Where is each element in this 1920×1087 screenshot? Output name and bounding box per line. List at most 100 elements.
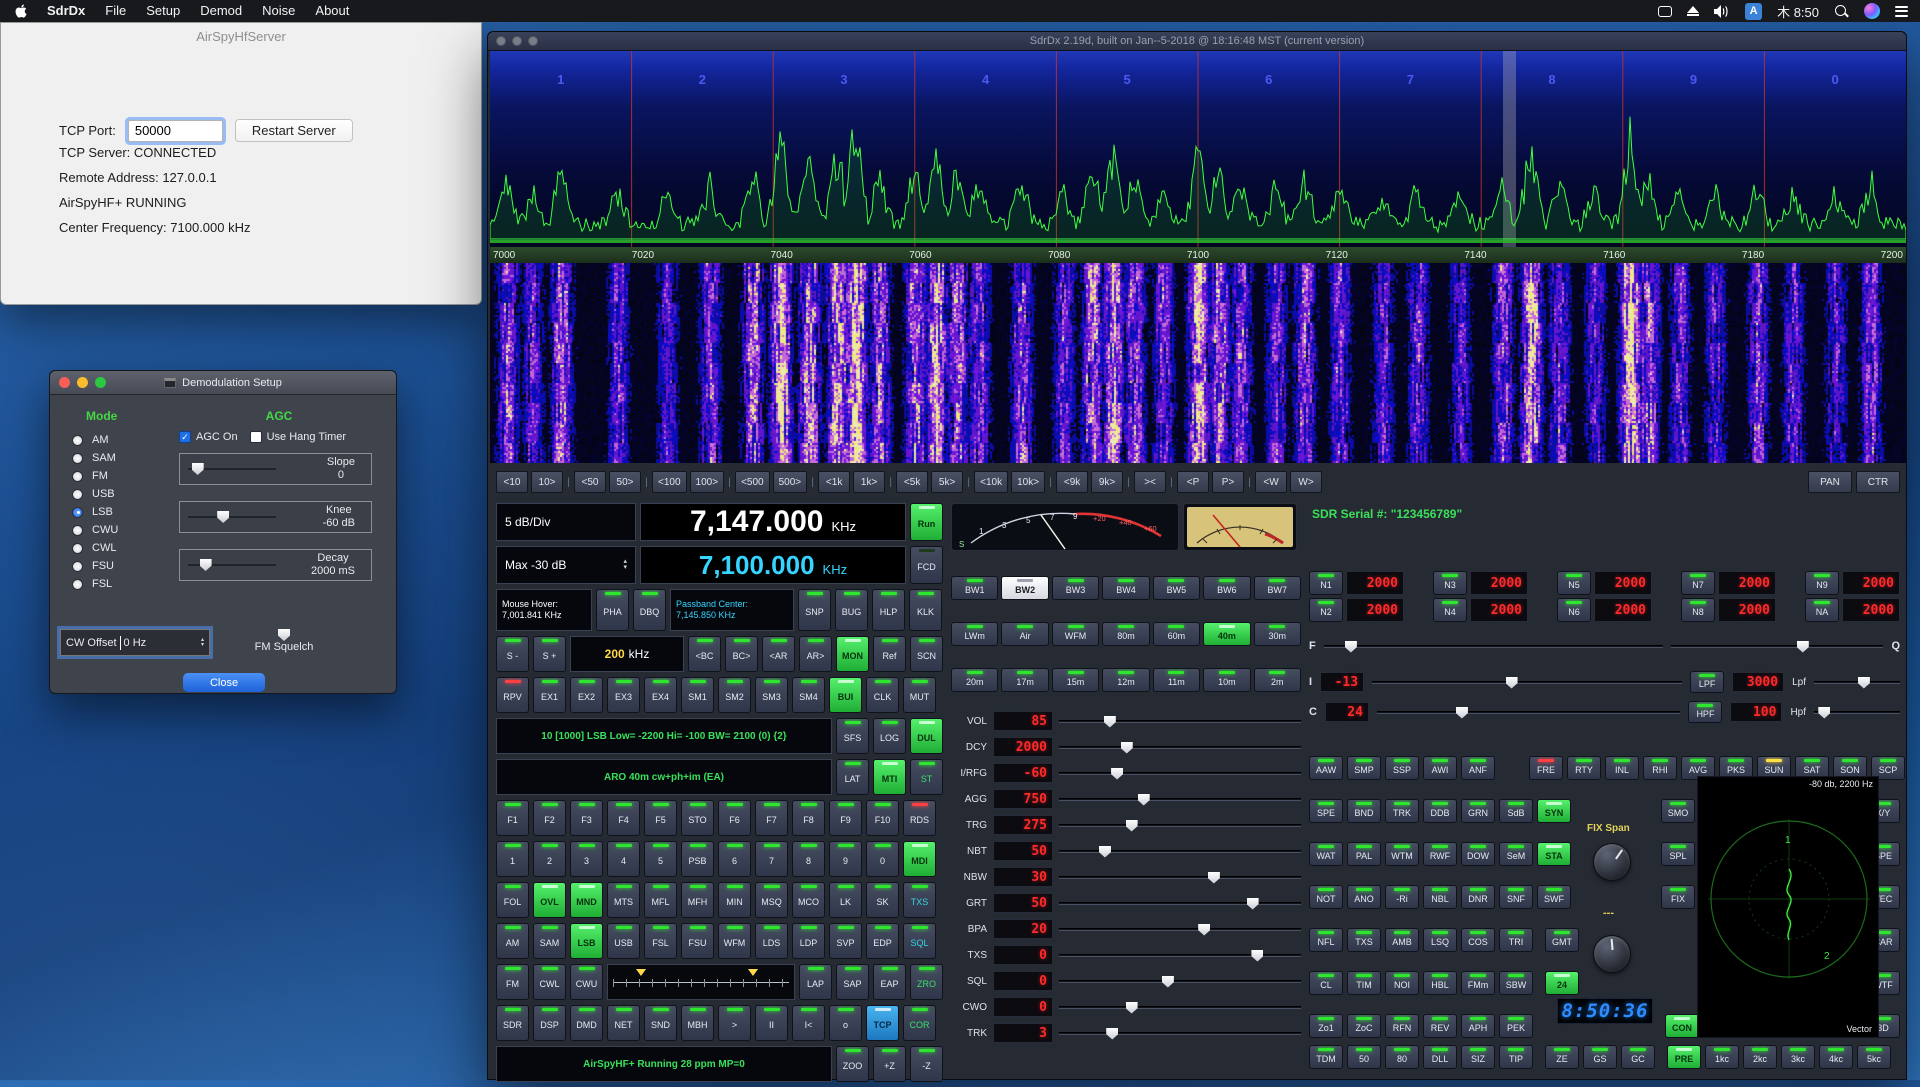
siri-icon[interactable] bbox=[1864, 3, 1880, 19]
panel-button[interactable]: TIP bbox=[1499, 1045, 1533, 1069]
panel-button[interactable]: SWF bbox=[1537, 885, 1571, 909]
stepper-icon[interactable]: ▴▾ bbox=[201, 638, 204, 648]
menu-item[interactable]: Demod bbox=[190, 0, 252, 22]
panel-button[interactable]: SBW bbox=[1499, 971, 1533, 995]
panel-button[interactable]: MON bbox=[836, 636, 869, 672]
panel-button[interactable]: PEK bbox=[1499, 1014, 1533, 1038]
window-titlebar[interactable]: Demodulation Setup bbox=[50, 371, 396, 395]
panel-button[interactable]: RFN bbox=[1385, 1014, 1419, 1038]
db-per-div-display[interactable]: 5 dB/Div bbox=[496, 503, 636, 541]
panel-button[interactable]: EDP bbox=[866, 923, 899, 959]
panel-button[interactable]: CLK bbox=[866, 677, 899, 713]
panel-button[interactable]: SM2 bbox=[718, 677, 751, 713]
panel-button[interactable]: <AR bbox=[762, 636, 795, 672]
hpf-slider-track[interactable] bbox=[1814, 711, 1900, 714]
panel-button[interactable]: 11m bbox=[1153, 668, 1200, 692]
panel-button[interactable]: DLL bbox=[1423, 1045, 1457, 1069]
panel-button[interactable]: 3 bbox=[570, 841, 603, 877]
panel-button[interactable]: F3 bbox=[570, 800, 603, 836]
tune-step-button[interactable]: 50> bbox=[609, 471, 641, 493]
panel-button[interactable]: SIZ bbox=[1461, 1045, 1495, 1069]
notch-button[interactable]: N1 bbox=[1309, 571, 1343, 595]
radio-button[interactable] bbox=[72, 471, 83, 482]
panel-button[interactable]: SMO bbox=[1661, 799, 1695, 823]
panel-button[interactable]: NOT bbox=[1309, 885, 1343, 909]
menu-item[interactable]: Setup bbox=[136, 0, 190, 22]
panel-button[interactable]: SND bbox=[644, 1005, 677, 1041]
minimize-traffic-light[interactable] bbox=[77, 377, 88, 388]
panel-button[interactable]: MTI bbox=[873, 759, 906, 795]
panel-button[interactable]: 24 bbox=[1545, 971, 1579, 995]
slider-track[interactable] bbox=[1059, 746, 1301, 749]
panel-button[interactable]: 17m bbox=[1001, 668, 1048, 692]
lpf-slider-track[interactable] bbox=[1814, 681, 1900, 684]
checkbox[interactable] bbox=[179, 431, 191, 443]
panel-button[interactable]: LSB bbox=[570, 923, 603, 959]
zoom-traffic-light[interactable] bbox=[95, 377, 106, 388]
panel-button[interactable]: Zo1 bbox=[1309, 1014, 1343, 1038]
input-source-icon[interactable]: A bbox=[1745, 3, 1762, 20]
menu-bar-clock[interactable]: 木 8:50 bbox=[1777, 2, 1819, 21]
panel-button[interactable]: SYN bbox=[1537, 799, 1571, 823]
panel-button[interactable]: I< bbox=[792, 1005, 825, 1041]
lpf-button[interactable]: LPF bbox=[1690, 671, 1724, 693]
panel-button[interactable]: 1 bbox=[496, 841, 529, 877]
panel-button[interactable]: 3kc bbox=[1781, 1045, 1815, 1069]
panel-button[interactable]: WAT bbox=[1309, 842, 1343, 866]
panel-button[interactable]: SAP bbox=[836, 964, 869, 1000]
panel-button[interactable]: SSP bbox=[1385, 756, 1419, 780]
cw-offset-field[interactable]: CW Offset 0 Hz ▴▾ bbox=[60, 629, 210, 656]
tune-step-button[interactable]: <P bbox=[1177, 471, 1209, 493]
panel-button[interactable]: FMm bbox=[1461, 971, 1495, 995]
panel-button[interactable]: SdB bbox=[1499, 799, 1533, 823]
menu-item[interactable]: File bbox=[95, 0, 136, 22]
panel-button[interactable]: DBQ bbox=[633, 589, 666, 631]
panel-button[interactable]: CWL bbox=[533, 964, 566, 1000]
slider-handle[interactable] bbox=[1111, 768, 1123, 780]
panel-button[interactable]: EX1 bbox=[533, 677, 566, 713]
panel-button[interactable]: TXS bbox=[903, 882, 936, 918]
panel-button[interactable]: TIM bbox=[1347, 971, 1381, 995]
panel-button[interactable]: EX4 bbox=[644, 677, 677, 713]
panel-button[interactable]: 12m bbox=[1102, 668, 1149, 692]
panel-button[interactable]: INL bbox=[1605, 756, 1639, 780]
tune-step-button[interactable]: <50 bbox=[574, 471, 606, 493]
notch-button[interactable]: N8 bbox=[1681, 598, 1715, 622]
panel-button[interactable]: STA bbox=[1537, 842, 1571, 866]
panel-button[interactable]: SQL bbox=[903, 923, 936, 959]
panel-button[interactable]: 2m bbox=[1254, 668, 1301, 692]
passband-marker[interactable] bbox=[748, 969, 758, 976]
slider-handle[interactable] bbox=[1251, 950, 1263, 962]
panel-button[interactable]: FSU bbox=[681, 923, 714, 959]
agc-slider-track[interactable] bbox=[188, 516, 276, 518]
panel-button[interactable]: 9 bbox=[829, 841, 862, 877]
panel-button[interactable]: 30m bbox=[1254, 622, 1301, 646]
panel-button[interactable]: BW3 bbox=[1052, 576, 1099, 600]
panel-button[interactable]: ANO bbox=[1347, 885, 1381, 909]
panel-button[interactable]: SVP bbox=[829, 923, 862, 959]
window-titlebar[interactable]: SdrDx 2.19d, built on Jan--5-2018 @ 18:1… bbox=[488, 32, 1906, 51]
mode-option[interactable]: LSB bbox=[72, 503, 118, 521]
panel-button[interactable]: MIN bbox=[718, 882, 751, 918]
panel-button[interactable]: F5 bbox=[644, 800, 677, 836]
panel-button[interactable]: RDS bbox=[903, 800, 936, 836]
panel-button[interactable]: FM bbox=[496, 964, 529, 1000]
panel-button[interactable]: KLK bbox=[909, 589, 942, 631]
panel-button[interactable]: ZOO bbox=[836, 1046, 869, 1082]
panel-button[interactable]: SFS bbox=[836, 718, 869, 754]
lpf-slider-handle[interactable] bbox=[1858, 677, 1870, 689]
notch-button[interactable]: NA bbox=[1805, 598, 1839, 622]
tune-step-button[interactable]: 1k> bbox=[853, 471, 885, 493]
slider-track[interactable] bbox=[1059, 798, 1301, 801]
panel-button[interactable]: 15m bbox=[1052, 668, 1099, 692]
panel-button[interactable]: F8 bbox=[792, 800, 825, 836]
radio-button[interactable] bbox=[72, 435, 83, 446]
slider-track[interactable] bbox=[1059, 720, 1301, 723]
mode-option[interactable]: FSU bbox=[72, 557, 118, 575]
panel-button[interactable]: CON bbox=[1665, 1014, 1699, 1038]
panel-button[interactable]: FSL bbox=[644, 923, 677, 959]
panel-button[interactable]: HBL bbox=[1423, 971, 1457, 995]
panel-button[interactable]: DMD bbox=[570, 1005, 603, 1041]
panel-button[interactable]: 2 bbox=[533, 841, 566, 877]
radio-button[interactable] bbox=[72, 525, 83, 536]
